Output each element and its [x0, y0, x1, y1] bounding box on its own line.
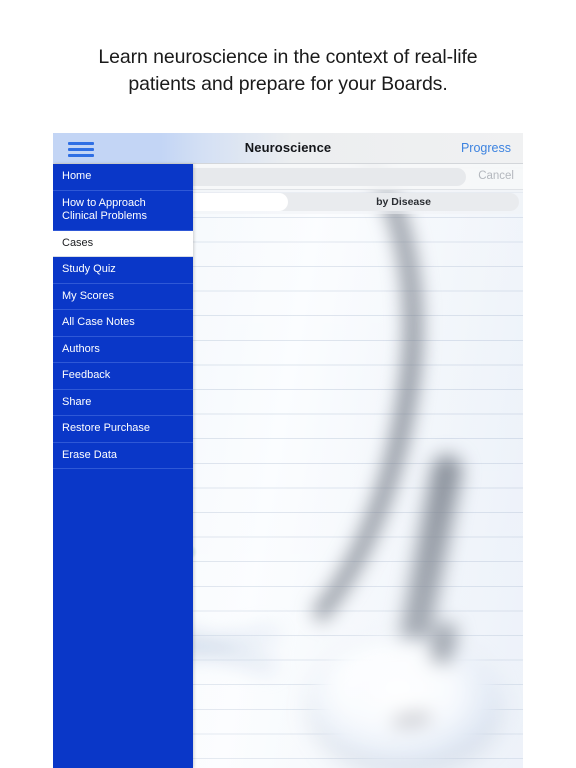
sidebar-item-label: Share: [62, 395, 92, 408]
app-navigation-bar: Neuroscience Progress: [53, 133, 523, 164]
sidebar-item-how-to-approach-clinical-problems[interactable]: How to Approach Clinical Problems: [53, 191, 193, 231]
sidebar-item-all-case-notes[interactable]: All Case Notes: [53, 310, 193, 337]
sidebar-item-label: Cases: [62, 236, 94, 249]
sidebar-item-label: Home: [62, 170, 92, 182]
sidebar-item-label: Feedback: [62, 369, 111, 381]
sidebar-item-feedback[interactable]: Feedback: [53, 363, 193, 390]
app-screenshot-panel: by Disease Cancel Neuroscience Progress …: [53, 133, 523, 768]
sidebar-item-authors[interactable]: Authors: [53, 337, 193, 363]
segment-option-by-disease[interactable]: by Disease: [288, 193, 519, 211]
sidebar-item-home[interactable]: Home: [53, 164, 193, 191]
caption-line-1: Learn neuroscience in the context of rea…: [98, 46, 478, 68]
sidebar-item-share[interactable]: Share: [53, 390, 193, 416]
caption-line-2: patients and prepare for your Boards.: [128, 73, 448, 95]
sidebar-item-label: How to Approach Clinical Problems: [62, 196, 147, 223]
sidebar-item-label: Study Quiz: [62, 263, 116, 275]
progress-button[interactable]: Progress: [461, 141, 511, 155]
sidebar-item-cases[interactable]: Cases: [53, 230, 193, 257]
sidebar-item-erase-data[interactable]: Erase Data: [53, 443, 193, 469]
search-cancel-button[interactable]: Cancel: [478, 170, 514, 182]
sidebar-item-label: Authors: [62, 342, 100, 355]
marketing-caption: Learn neuroscience in the context of rea…: [0, 44, 576, 98]
sidebar-item-label: Erase Data: [62, 448, 118, 461]
sidebar-item-study-quiz[interactable]: Study Quiz: [53, 257, 193, 284]
sidebar-item-restore-purchase[interactable]: Restore Purchase: [53, 416, 193, 443]
sidebar-item-label: All Case Notes: [62, 316, 135, 328]
sidebar-item-label: Restore Purchase: [62, 422, 151, 434]
app-title: Neuroscience: [244, 140, 332, 155]
sidebar-item-label: My Scores: [62, 289, 114, 302]
sidebar-drawer: Home How to Approach Clinical Problems C…: [53, 164, 193, 768]
sidebar-item-my-scores[interactable]: My Scores: [53, 284, 193, 310]
